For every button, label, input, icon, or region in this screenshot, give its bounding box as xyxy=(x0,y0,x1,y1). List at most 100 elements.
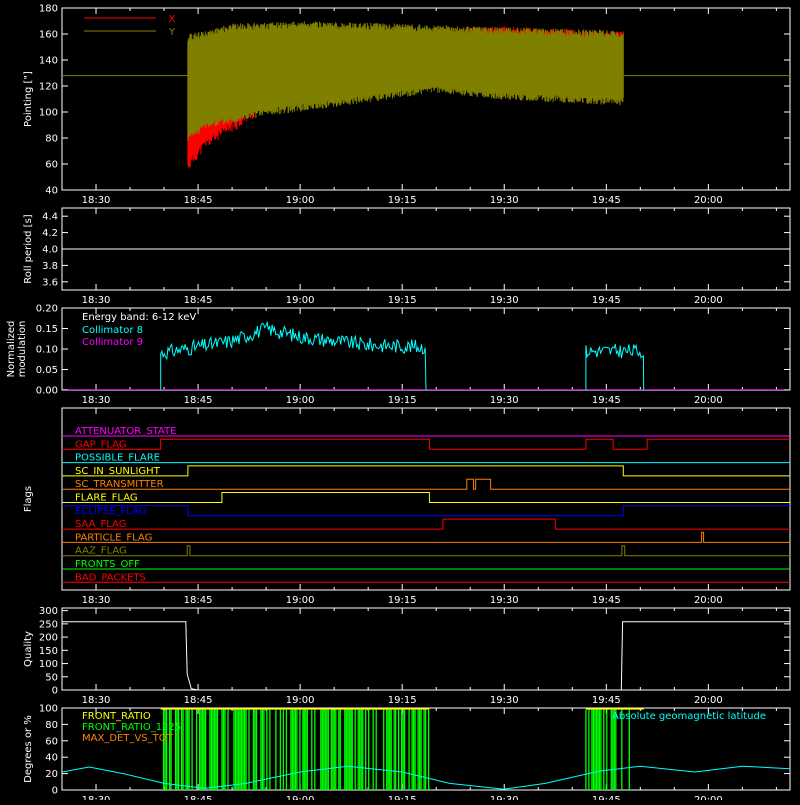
y-tick-label: 100 xyxy=(39,704,58,715)
y-tick-label: 3.8 xyxy=(42,261,58,272)
series-front-ratio-1225 xyxy=(162,709,630,790)
y-tick-label: 0 xyxy=(52,686,58,697)
x-tick-label: 20:00 xyxy=(694,395,723,406)
y-tick-label: 120 xyxy=(39,82,58,93)
legend-label-X: X xyxy=(169,14,176,25)
y-tick-label: 300 xyxy=(39,606,58,617)
legend-label: FRONT_RATIO_1225 xyxy=(82,722,181,733)
flag-trace xyxy=(62,492,790,503)
x-tick-label: 19:30 xyxy=(490,695,519,706)
x-tick-label: 19:15 xyxy=(388,395,417,406)
y-axis-label: modulation xyxy=(17,321,28,378)
y-tick-label: 100 xyxy=(39,659,58,670)
x-tick-label: 19:00 xyxy=(286,395,315,406)
x-tick-label: 18:45 xyxy=(184,395,213,406)
spacecraft-status-figure: 18:30 18:45 19:00 19:15 19:30 19:45 20:00 40 60 8… xyxy=(6,4,791,805)
flag-label: SAA_FLAG xyxy=(75,519,126,530)
x-tick-label: 19:15 xyxy=(388,295,417,306)
y-tick-label: 4.2 xyxy=(42,228,58,239)
x-tick-label: 19:30 xyxy=(490,195,519,206)
x-tick-label: 20:00 xyxy=(694,195,723,206)
y-tick-label: 50 xyxy=(45,672,58,683)
x-tick-label: 19:30 xyxy=(490,795,519,800)
x-tick-label: 18:45 xyxy=(184,795,213,800)
chart-stage: 18:30 18:45 19:00 19:15 19:30 19:45 20:00 40 60 8… xyxy=(0,0,800,805)
x-tick-label: 19:00 xyxy=(286,595,315,606)
y-tick-label: 0.15 xyxy=(36,324,58,335)
flag-trace xyxy=(62,518,790,530)
x-tick-label: 19:00 xyxy=(286,195,315,206)
flag-label: FLARE_FLAG xyxy=(75,493,138,504)
x-tick-label: 19:30 xyxy=(490,595,519,606)
y-tick-label: 0.10 xyxy=(36,345,58,356)
flag-label: ECLIPSE_FLAG xyxy=(75,506,146,517)
y-tick-label: 160 xyxy=(39,30,58,41)
series-collimator-8-segment xyxy=(160,320,427,390)
x-tick-label: 19:15 xyxy=(388,595,417,606)
legend-label-Y: Y xyxy=(168,27,176,38)
y-tick-label: 180 xyxy=(39,4,58,15)
flag-trace xyxy=(62,505,790,517)
y-axis-label: Degrees or % xyxy=(23,715,34,783)
y-axis-label: Pointing ["] xyxy=(23,71,34,127)
legend-label: FRONT_RATIO xyxy=(82,711,151,722)
flag-trace xyxy=(62,545,790,557)
x-tick-label: 19:30 xyxy=(490,295,519,306)
y-tick-label: 60 xyxy=(45,736,58,747)
panel-ratios: 18:30 18:45 19:00 19:15 19:30 19:45 20:00 0 20 40… xyxy=(23,704,791,805)
x-tick-label: 18:30 xyxy=(82,195,111,206)
x-tick-label: 18:30 xyxy=(82,395,111,406)
y-tick-label: 0.00 xyxy=(36,386,58,397)
series-collimator-8-segment xyxy=(585,343,645,390)
x-tick-label: 18:45 xyxy=(184,195,213,206)
x-tick-label: 19:15 xyxy=(388,795,417,800)
flag-trace xyxy=(62,465,790,477)
flag-label: POSSIBLE_FLARE xyxy=(75,453,160,464)
y-tick-label: 200 xyxy=(39,633,58,644)
y-tick-label: 80 xyxy=(45,134,58,145)
y-axis-label: Roll period [s] xyxy=(23,214,34,283)
right-series-label: Absolute geomagnetic latitude xyxy=(612,711,766,722)
x-tick-label: 19:15 xyxy=(388,695,417,706)
panel-roll: 18:30 18:45 19:00 19:15 19:30 19:45 20:00 3.6 3.… xyxy=(23,207,791,306)
y-tick-label: 250 xyxy=(39,619,58,630)
panel-quality: 18:30 18:45 19:00 19:15 19:30 19:45 20:00 0 50 10… xyxy=(23,606,791,706)
x-tick-label: 19:45 xyxy=(592,795,621,800)
x-tick-label: 19:00 xyxy=(286,695,315,706)
y-tick-label: 80 xyxy=(45,720,58,731)
x-tick-label: 20:00 xyxy=(694,295,723,306)
x-tick-label: 19:45 xyxy=(592,195,621,206)
y-tick-label: 4.0 xyxy=(42,245,58,256)
x-tick-label: 18:45 xyxy=(184,595,213,606)
flag-trace xyxy=(62,438,790,450)
y-tick-label: 60 xyxy=(45,160,58,171)
flag-label: SC_IN_SUNLIGHT xyxy=(75,466,161,477)
x-tick-label: 19:00 xyxy=(286,295,315,306)
x-tick-label: 19:30 xyxy=(490,395,519,406)
y-tick-label: 100 xyxy=(39,108,58,119)
x-tick-label: 18:30 xyxy=(82,595,111,606)
plot-area-pointing xyxy=(62,21,790,168)
x-tick-label: 20:00 xyxy=(694,695,723,706)
y-tick-label: 0 xyxy=(52,786,58,797)
x-tick-label: 19:45 xyxy=(592,395,621,406)
y-tick-label: 3.6 xyxy=(42,277,58,288)
x-tick-label: 20:00 xyxy=(694,595,723,606)
panel-frame-quality xyxy=(61,607,791,691)
x-tick-label: 18:30 xyxy=(82,795,111,800)
panel-flags: 18:30 18:45 19:00 19:15 19:30 19:45 20:00 Flags… xyxy=(23,407,791,606)
flag-label: PARTICLE_FLAG xyxy=(75,532,152,543)
plot-area-quality xyxy=(62,621,790,690)
y-axis-label: Flags xyxy=(23,486,34,512)
x-tick-label: 19:00 xyxy=(286,795,315,800)
legend-label: MAX_DET_VS_TOT xyxy=(82,733,174,744)
flag-trace xyxy=(62,478,790,490)
y-tick-label: 20 xyxy=(45,769,58,780)
flag-label: BAD_PACKETS xyxy=(75,572,146,583)
flag-trace xyxy=(62,531,790,543)
x-tick-label: 18:45 xyxy=(184,695,213,706)
y-axis-label: Quality xyxy=(23,631,34,667)
y-tick-label: 150 xyxy=(39,646,58,657)
y-tick-label: 4.4 xyxy=(42,212,58,223)
flag-label: FRONTS_OFF xyxy=(75,559,140,570)
